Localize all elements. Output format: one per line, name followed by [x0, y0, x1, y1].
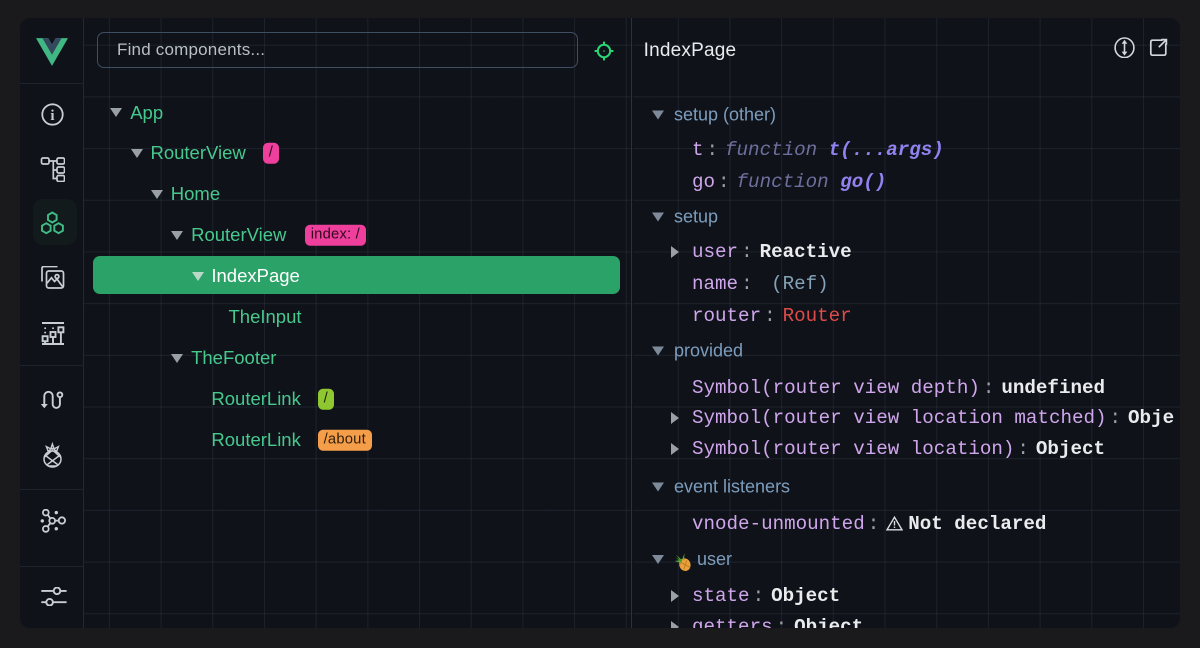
svg-text:i: i	[50, 108, 54, 124]
